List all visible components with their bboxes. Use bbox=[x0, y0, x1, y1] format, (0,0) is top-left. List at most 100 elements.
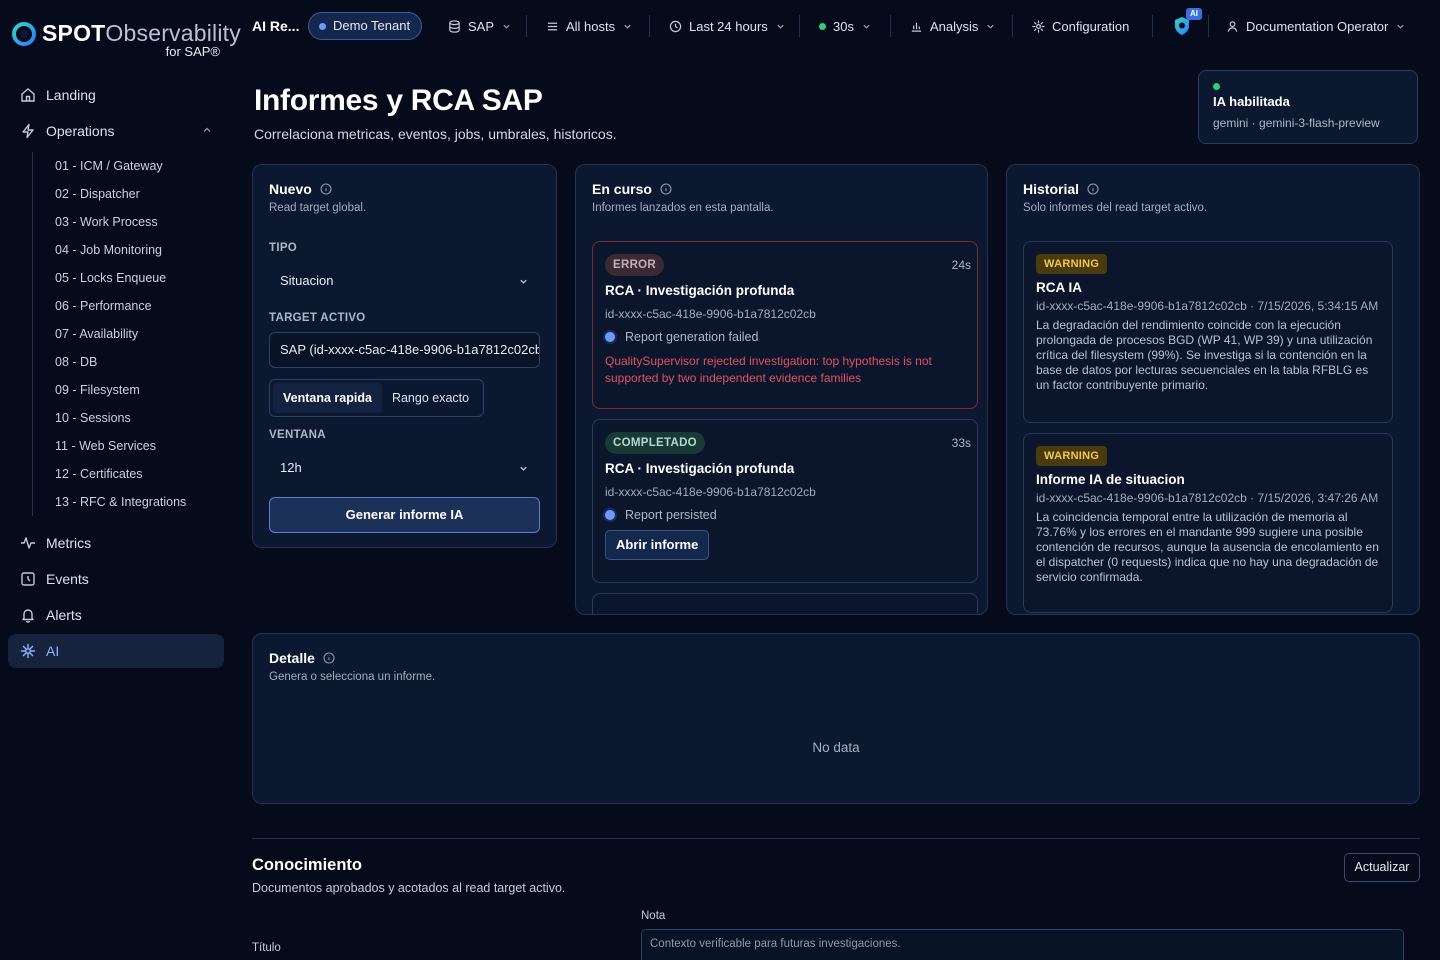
sidebar-subitem-db[interactable]: 08 - DB bbox=[55, 348, 224, 376]
job-duration: 24s bbox=[951, 258, 971, 272]
info-icon[interactable] bbox=[323, 652, 335, 664]
sidebar-item-operations[interactable]: Operations bbox=[8, 114, 224, 148]
sidebar-item-ai[interactable]: AI bbox=[8, 634, 224, 668]
history-item-meta: id-xxxx-c5ac-418e-9906-b1a7812c02cb · 7/… bbox=[1036, 299, 1379, 313]
sidebar-subitem-rfc-integrations[interactable]: 13 - RFC & Integrations bbox=[55, 488, 224, 516]
sidebar-subitem-icm-gateway[interactable]: 01 - ICM / Gateway bbox=[55, 152, 224, 180]
sidebar-subitem-certificates[interactable]: 12 - Certificates bbox=[55, 460, 224, 488]
detail-card: Detalle Genera o selecciona un informe. … bbox=[252, 633, 1420, 804]
history-item[interactable]: WARNING RCA IA id-xxxx-c5ac-418e-9906-b1… bbox=[1023, 241, 1393, 423]
database-icon bbox=[448, 19, 461, 33]
chevron-down-icon bbox=[623, 22, 632, 31]
job-state: Report persisted bbox=[605, 508, 965, 522]
chevron-down-icon bbox=[502, 22, 511, 31]
sidebar-item-alerts[interactable]: Alerts bbox=[8, 598, 224, 632]
job-item-partial[interactable] bbox=[592, 593, 978, 614]
mode-quick-window[interactable]: Ventana rapida bbox=[273, 383, 382, 413]
ai-status-card: IA habilitada gemini · gemini-3-flash-pr… bbox=[1198, 70, 1418, 144]
history-card: Historial Solo informes del read target … bbox=[1006, 164, 1420, 615]
list-icon bbox=[546, 20, 559, 33]
sidebar-subitem-job-monitoring[interactable]: 04 - Job Monitoring bbox=[55, 236, 224, 264]
sidebar-subitem-availability[interactable]: 07 - Availability bbox=[55, 320, 224, 348]
card-title: En curso bbox=[592, 181, 672, 197]
sidebar: SPOTObservability for SAP® Landing Opera… bbox=[0, 0, 241, 960]
sidebar-subitem-work-process[interactable]: 03 - Work Process bbox=[55, 208, 224, 236]
operations-subnav: 01 - ICM / Gateway 02 - Dispatcher 03 - … bbox=[32, 152, 224, 516]
logo[interactable]: SPOTObservability for SAP® bbox=[12, 20, 241, 62]
knowledge-subtitle: Documentos aprobados y acotados al read … bbox=[252, 881, 566, 895]
card-subtitle: Informes lanzados en esta pantalla. bbox=[592, 202, 774, 214]
title-label: Título bbox=[252, 942, 281, 954]
sidebar-subitem-web-services[interactable]: 11 - Web Services bbox=[55, 432, 224, 460]
type-label: TIPO bbox=[269, 242, 298, 254]
ai-model-name: gemini · gemini-3-flash-preview bbox=[1213, 116, 1380, 130]
knowledge-title: Conocimiento bbox=[252, 856, 362, 874]
info-icon[interactable] bbox=[320, 183, 332, 195]
mode-exact-range[interactable]: Rango exacto bbox=[382, 383, 479, 413]
running-reports-card: En curso Informes lanzados en esta panta… bbox=[575, 164, 988, 615]
bell-icon bbox=[20, 607, 36, 623]
sidebar-item-events[interactable]: Events bbox=[8, 562, 224, 596]
user-menu[interactable]: Documentation Operator bbox=[1226, 16, 1405, 36]
sidebar-subitem-sessions[interactable]: 10 - Sessions bbox=[55, 404, 224, 432]
history-item-title: RCA IA bbox=[1036, 280, 1082, 295]
sidebar-subitem-performance[interactable]: 06 - Performance bbox=[55, 292, 224, 320]
chevron-down-icon bbox=[862, 22, 871, 31]
sidebar-item-metrics[interactable]: Metrics bbox=[8, 526, 224, 560]
status-dot-icon bbox=[605, 332, 615, 342]
chevron-down-icon bbox=[1396, 22, 1405, 31]
refresh-button[interactable]: Actualizar bbox=[1344, 853, 1420, 882]
sidebar-item-label: Metrics bbox=[46, 535, 92, 551]
history-item-meta: id-xxxx-c5ac-418e-9906-b1a7812c02cb · 7/… bbox=[1036, 491, 1379, 505]
refresh-interval-selector[interactable]: 30s bbox=[819, 16, 871, 36]
sidebar-item-label: Events bbox=[46, 571, 89, 587]
chevron-down-icon bbox=[776, 22, 785, 31]
history-item-summary: La degradación del rendimiento coincide … bbox=[1036, 318, 1373, 392]
clock-icon bbox=[669, 20, 682, 33]
open-report-button[interactable]: Abrir informe bbox=[605, 530, 710, 560]
chevron-down-icon bbox=[519, 464, 528, 473]
tenant-selector[interactable]: Demo Tenant bbox=[308, 12, 423, 40]
job-item-error[interactable]: ERROR 24s RCA · Investigación profunda i… bbox=[592, 241, 978, 409]
generate-report-button[interactable]: Generar informe IA bbox=[269, 497, 540, 533]
sidebar-item-label: Operations bbox=[46, 123, 115, 139]
job-target-id: id-xxxx-c5ac-418e-9906-b1a7812c02cb bbox=[605, 485, 816, 499]
job-item-completed[interactable]: COMPLETADO 33s RCA · Investigación profu… bbox=[592, 419, 978, 583]
sidebar-subitem-dispatcher[interactable]: 02 - Dispatcher bbox=[55, 180, 224, 208]
page-title: Informes y RCA SAP bbox=[254, 84, 543, 117]
info-icon[interactable] bbox=[1087, 183, 1099, 195]
sidebar-subitem-filesystem[interactable]: 09 - Filesystem bbox=[55, 376, 224, 404]
history-item-title: Informe IA de situacion bbox=[1036, 472, 1185, 487]
status-dot-icon bbox=[605, 510, 615, 520]
sidebar-item-label: Alerts bbox=[46, 607, 82, 623]
target-label: TARGET ACTIVO bbox=[269, 312, 366, 324]
analysis-menu[interactable]: Analysis bbox=[910, 16, 995, 36]
ai-status-dot bbox=[1213, 83, 1220, 90]
severity-badge: WARNING bbox=[1036, 254, 1108, 274]
topbar-divider bbox=[649, 15, 650, 37]
chevron-down-icon bbox=[519, 277, 528, 286]
status-badge: COMPLETADO bbox=[605, 432, 705, 454]
page-subtitle: Correlaciona metricas, eventos, jobs, um… bbox=[254, 126, 617, 142]
time-range-selector[interactable]: Last 24 hours bbox=[669, 16, 785, 36]
window-select[interactable]: 12h bbox=[269, 450, 540, 486]
job-error-message: QualitySupervisor rejected investigation… bbox=[605, 354, 932, 385]
sidebar-item-landing[interactable]: Landing bbox=[8, 78, 224, 112]
history-item[interactable]: WARNING Informe IA de situacion id-xxxx-… bbox=[1023, 433, 1393, 613]
hosts-selector[interactable]: All hosts bbox=[546, 16, 632, 36]
info-icon[interactable] bbox=[660, 183, 672, 195]
system-selector[interactable]: SAP bbox=[448, 16, 511, 36]
topbar-divider bbox=[1152, 15, 1153, 37]
brand-name: SPOTObservability bbox=[42, 20, 241, 46]
type-select[interactable]: Situacion bbox=[269, 263, 540, 299]
ai-status-title: IA habilitada bbox=[1213, 94, 1290, 109]
configuration-link[interactable]: Configuration bbox=[1032, 16, 1129, 36]
chevron-up-icon bbox=[202, 125, 212, 135]
sidebar-subitem-locks-enqueue[interactable]: 05 - Locks Enqueue bbox=[55, 264, 224, 292]
target-input[interactable]: SAP (id-xxxx-c5ac-418e-9906-b1a7812c02cb… bbox=[269, 332, 540, 368]
job-state: Report generation failed bbox=[605, 330, 965, 344]
card-title: Historial bbox=[1023, 181, 1099, 197]
note-input[interactable]: Contexto verificable para futuras invest… bbox=[641, 929, 1404, 960]
card-title: Detalle bbox=[269, 650, 335, 666]
live-status-indicator bbox=[819, 22, 826, 30]
